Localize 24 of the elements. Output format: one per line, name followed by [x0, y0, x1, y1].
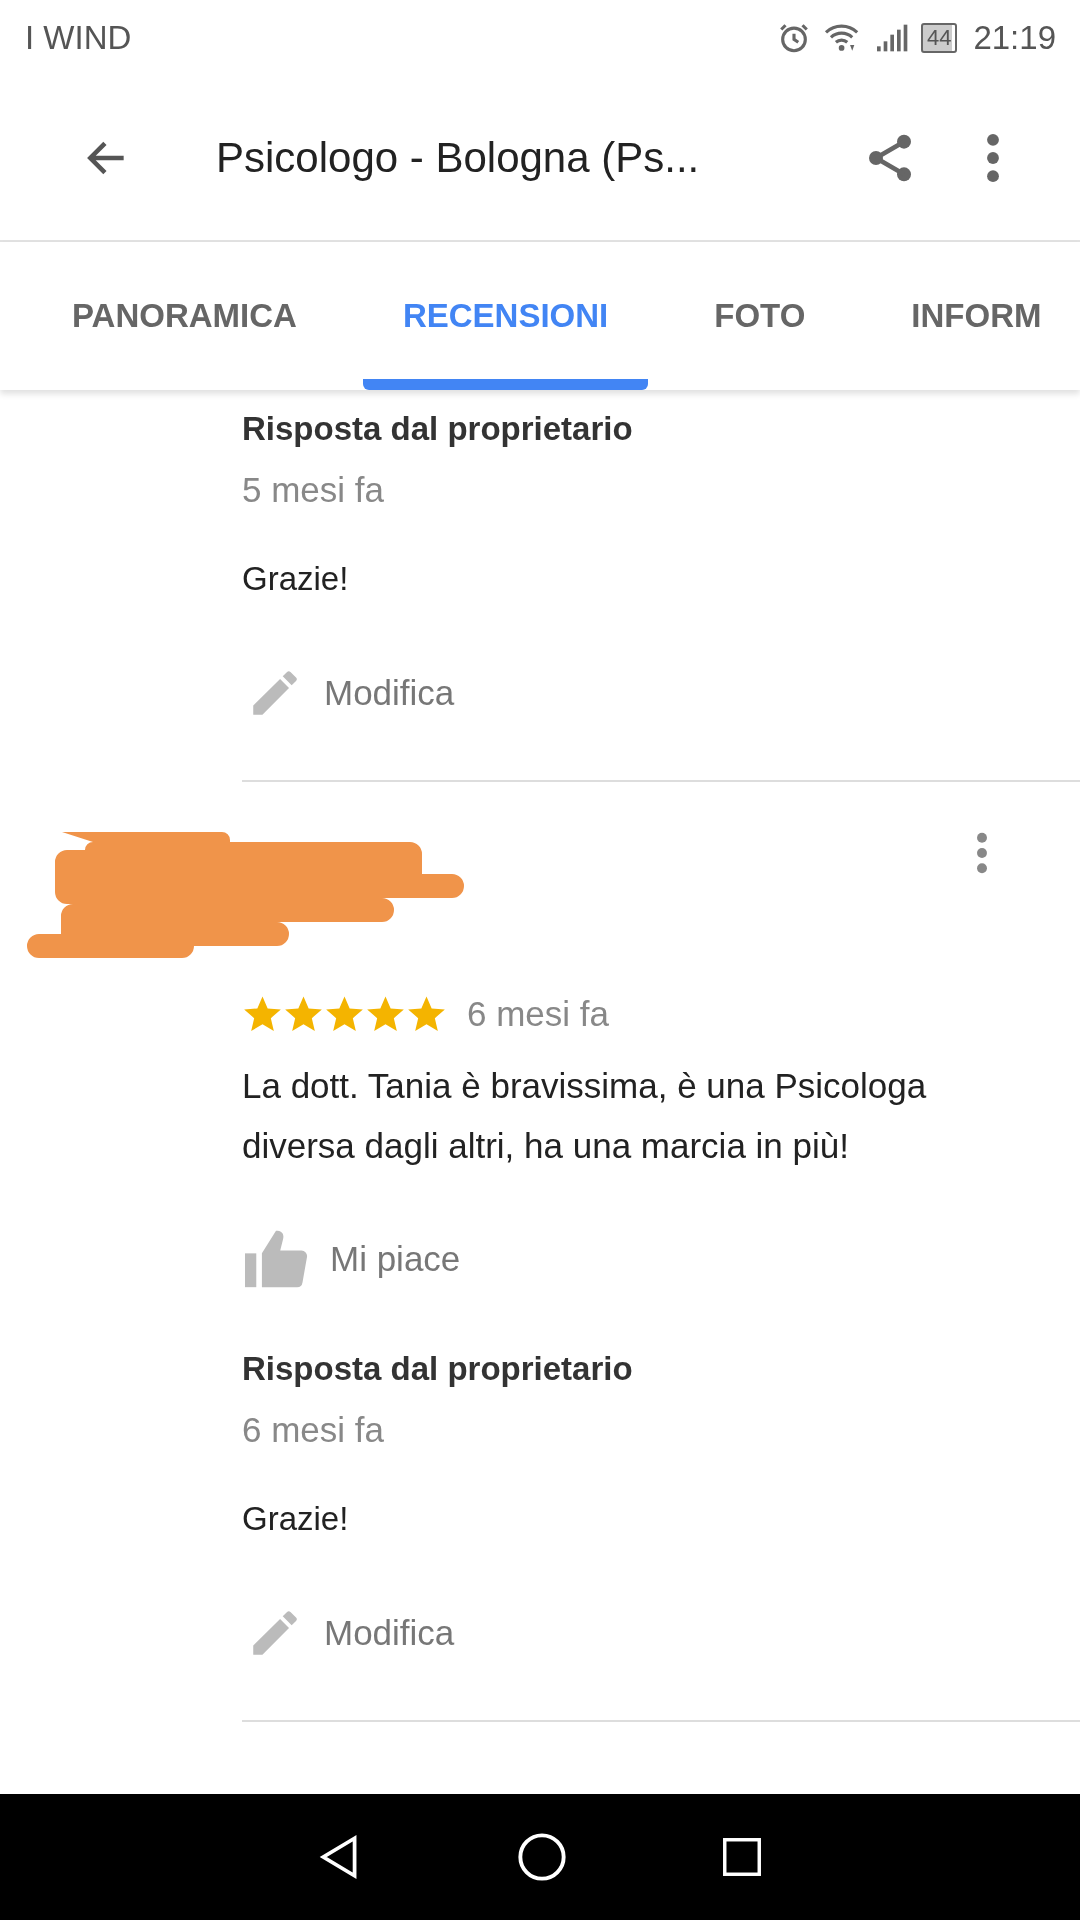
- review-text: La dott. Tania è bravissima, è una Psicologa diversa dagli altri, ha una marcia in più!: [242, 1065, 928, 1167]
- clock-time: 21:19: [973, 19, 1056, 57]
- home-icon[interactable]: [516, 1831, 568, 1883]
- reply-heading: Risposta dal proprietario: [242, 410, 634, 448]
- signal-icon: [874, 23, 909, 53]
- reply-text: Grazie!: [242, 1500, 350, 1538]
- more-options-icon[interactable]: [976, 832, 988, 874]
- edit-button[interactable]: Modifica: [324, 673, 455, 713]
- more-options-icon[interactable]: [986, 133, 1000, 183]
- tab[interactable]: PANORAMICA: [0, 242, 337, 390]
- place-title: Psicologo - Bologna (Ps...: [216, 134, 701, 182]
- thumbs-up-icon[interactable]: [242, 1228, 310, 1290]
- battery-icon: 44: [920, 23, 958, 53]
- review-time: 6 mesi fa: [467, 994, 609, 1034]
- tab[interactable]: FOTO: [674, 242, 846, 390]
- tab[interactable]: INFORM: [871, 242, 1080, 390]
- edit-button[interactable]: Modifica: [324, 1613, 455, 1653]
- reply-time: 5 mesi fa: [242, 470, 385, 510]
- like-button[interactable]: Mi piace: [330, 1239, 461, 1279]
- reply-time: 6 mesi fa: [242, 1410, 385, 1450]
- tab[interactable]: RECENSIONI: [362, 242, 649, 390]
- carrier-name: I WIND: [25, 19, 132, 57]
- reply-text: Grazie!: [242, 560, 350, 598]
- reply-heading: Risposta dal proprietario: [242, 1350, 634, 1388]
